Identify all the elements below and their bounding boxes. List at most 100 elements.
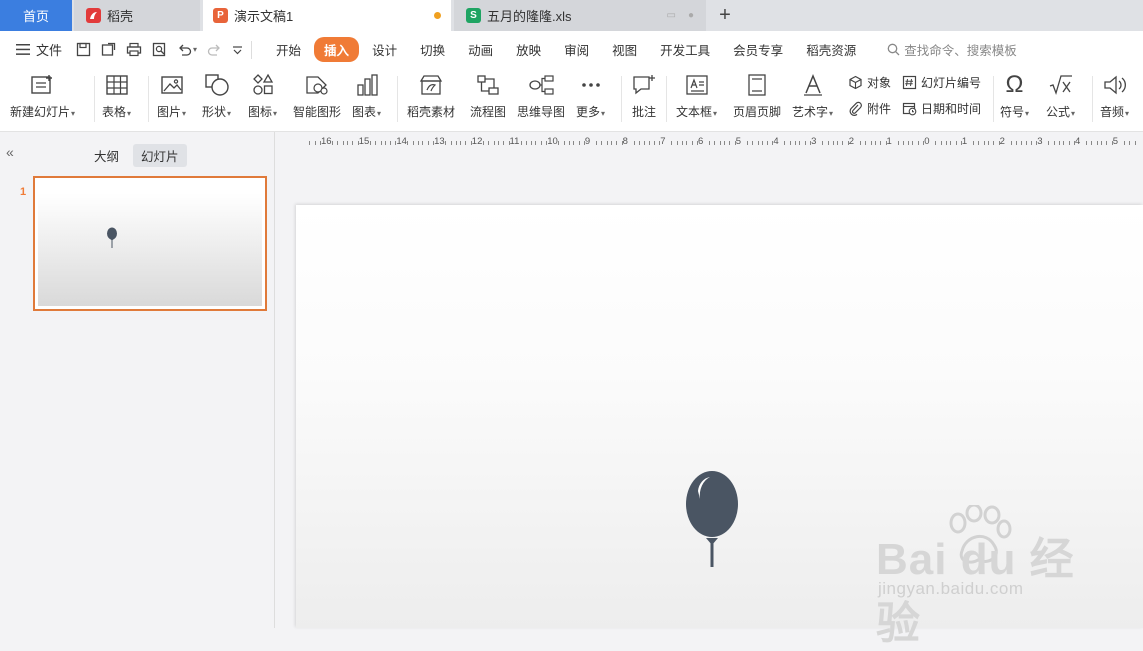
close-dot-icon[interactable]: ● [688, 10, 694, 21]
ruler-tick [761, 141, 763, 145]
new-slide-label: 新建幻灯片 [10, 105, 71, 119]
chevron-down-icon: ▾ [377, 109, 382, 118]
ruler-tick [644, 141, 646, 145]
ruler-tick [482, 141, 484, 145]
ruler-tick [1074, 141, 1075, 145]
tab-menu-0[interactable]: 开始 [266, 37, 311, 62]
mindmap-button[interactable]: 思维导图 [517, 70, 565, 126]
collapse-panel-icon[interactable]: « [6, 144, 14, 160]
ruler-tick [1106, 141, 1108, 145]
command-search[interactable]: 查找命令、搜索模板 [887, 40, 1017, 59]
ruler-tick [1091, 141, 1093, 145]
ruler-tick [772, 141, 774, 145]
undo-button[interactable]: ▾ [177, 43, 197, 57]
comment-icon [633, 75, 655, 95]
ruler-tick [993, 141, 995, 145]
table-label: 表格 [102, 105, 127, 119]
tab-menu-9[interactable]: 会员专享 [723, 37, 793, 62]
ruler-tick [493, 141, 495, 145]
ruler-tick [917, 141, 919, 145]
ruler-tick [1111, 141, 1113, 145]
date-time-button[interactable]: 日期和时间 [902, 100, 981, 117]
balloon-icon[interactable] [684, 469, 740, 569]
ruler-label: 13 [434, 136, 445, 147]
ruler-tick [946, 141, 947, 145]
screen-icon[interactable]: ▭ [667, 10, 676, 21]
ruler-tick [497, 141, 499, 145]
print-preview-icon[interactable] [152, 42, 167, 57]
daoke-material-button[interactable]: 稻壳素材 [407, 70, 455, 126]
new-tab-button[interactable]: + [714, 0, 736, 31]
redo-icon[interactable] [207, 43, 222, 57]
mindmap-label: 思维导图 [517, 105, 566, 119]
ruler-tick [380, 141, 382, 145]
object-button[interactable]: 对象 [848, 74, 891, 91]
slide-thumbnail[interactable] [33, 176, 267, 311]
tab-menu-7[interactable]: 视图 [602, 37, 647, 62]
ruler-label: 9 [584, 136, 591, 147]
symbol-button[interactable]: Ω 符号▾ [1000, 70, 1029, 126]
tab-menu-2[interactable]: 设计 [362, 37, 407, 62]
slide-number-button[interactable]: 幻灯片编号 [902, 74, 981, 91]
tab-menu-10[interactable]: 稻壳资源 [796, 37, 866, 62]
tab-menu-6[interactable]: 审阅 [554, 37, 599, 62]
chart-button[interactable]: 图表▾ [352, 70, 381, 126]
wordart-button[interactable]: 艺术字▾ [792, 70, 833, 126]
ruler-label: 1 [886, 136, 892, 147]
comment-button[interactable]: 批注 [631, 70, 657, 126]
tab-spreadsheet[interactable]: S 五月的隆隆.xls ▭ ● [454, 0, 706, 31]
ruler-label: 3 [1037, 136, 1043, 147]
file-menu[interactable]: 文件 [16, 40, 62, 59]
tab-menu-4[interactable]: 动画 [458, 37, 503, 62]
ribbon-separator [148, 76, 149, 122]
tab-menu-8[interactable]: 开发工具 [650, 37, 720, 62]
chevron-down-icon: ▾ [71, 109, 76, 118]
picture-button[interactable]: 图片▾ [157, 70, 186, 126]
print-icon[interactable] [126, 42, 142, 57]
ruler-tick [384, 141, 386, 145]
ruler-tick [525, 141, 527, 145]
tab-home[interactable]: 首页 [0, 0, 72, 31]
tab-presentation[interactable]: P 演示文稿1 [203, 0, 451, 31]
ruler-tick [799, 141, 801, 145]
tab-menu-5[interactable]: 放映 [506, 37, 551, 62]
tab-menu-1[interactable]: 插入 [314, 37, 360, 62]
audio-button[interactable]: 音频▾ [1100, 70, 1129, 126]
textbox-icon [685, 75, 708, 95]
ruler-tick [621, 141, 623, 145]
chevron-down-icon: ▾ [1071, 109, 1076, 118]
customize-toolbar-icon[interactable] [232, 45, 243, 55]
tab-menu-3[interactable]: 切换 [410, 37, 455, 62]
shape-button[interactable]: 形状▾ [202, 70, 231, 126]
header-footer-button[interactable]: 页眉页脚 [733, 70, 781, 126]
ruler-label: 4 [1075, 136, 1081, 147]
tab-presentation-label: 演示文稿1 [234, 9, 294, 24]
tab-outline[interactable]: 大纲 [86, 144, 127, 167]
ruler-tick [633, 141, 635, 145]
ruler-tick [1063, 141, 1065, 145]
flowchart-button[interactable]: 流程图 [470, 70, 506, 126]
ruler-tick [433, 141, 435, 145]
attachment-button[interactable]: 附件 [848, 100, 891, 117]
new-slide-button[interactable]: 新建幻灯片▾ [10, 70, 75, 126]
ruler-tick [784, 141, 786, 145]
formula-button[interactable]: 公式▾ [1046, 70, 1075, 126]
tab-spreadsheet-label: 五月的隆隆.xls [487, 9, 572, 24]
icon-button[interactable]: 图标▾ [248, 70, 277, 126]
tab-slides[interactable]: 幻灯片 [133, 144, 187, 167]
ribbon-separator [993, 76, 994, 122]
save-icon[interactable] [76, 42, 91, 57]
tab-daoke[interactable]: 稻壳 [74, 0, 200, 31]
more-button[interactable]: 更多▾ [576, 70, 605, 126]
table-button[interactable]: 表格▾ [102, 70, 131, 126]
ruler-tick [960, 141, 962, 145]
ruler-label: 1 [961, 136, 968, 147]
ruler-tick [606, 141, 608, 145]
material-store-icon [419, 75, 443, 95]
ruler-tick [357, 141, 359, 145]
textbox-button[interactable]: 文本框▾ [676, 70, 717, 126]
ruler-tick [450, 141, 452, 145]
ruler-label: 2 [848, 136, 855, 147]
export-icon[interactable] [101, 42, 116, 57]
smart-art-button[interactable]: 智能图形 [293, 70, 341, 126]
